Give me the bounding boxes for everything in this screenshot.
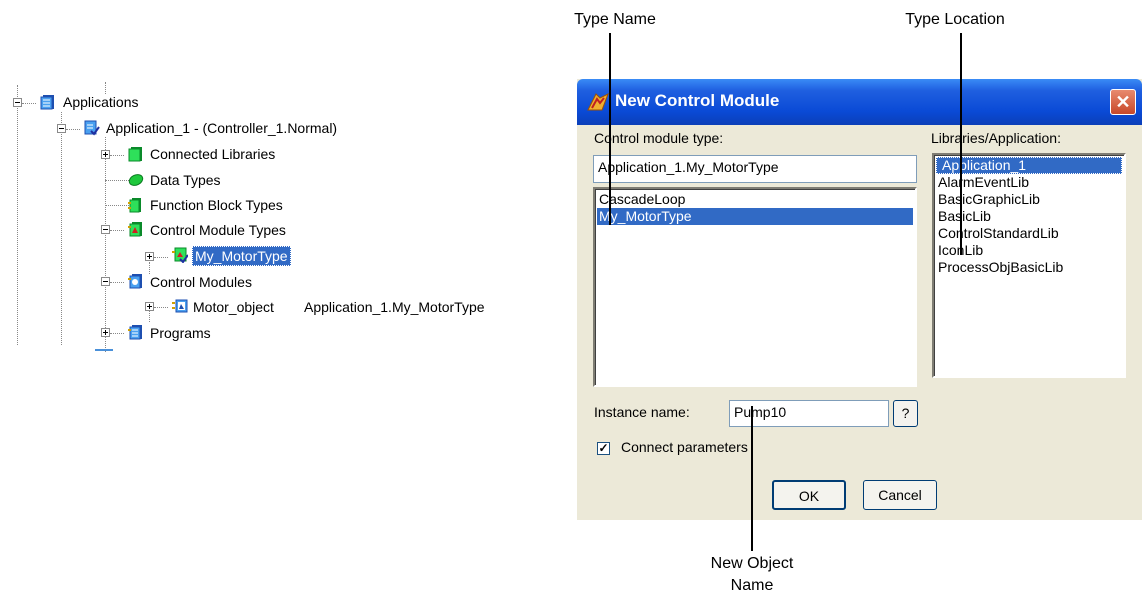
tree-guide-line	[110, 155, 124, 156]
control-module-type-field[interactable]: Application_1.My_MotorType	[593, 155, 917, 183]
instance-name-label: Instance name:	[594, 404, 690, 420]
applications-icon	[40, 95, 54, 110]
tree-item-programs[interactable]: Programs	[150, 324, 211, 342]
tree-item-application-1[interactable]: Application_1 - (Controller_1.Normal)	[106, 119, 337, 137]
tree-scroll-marker	[95, 349, 113, 351]
tree-item-data-types[interactable]: Data Types	[150, 171, 221, 189]
type-list[interactable]: CascadeLoop My_MotorType	[593, 187, 917, 387]
library-item[interactable]: BasicGraphicLib	[936, 191, 1122, 208]
expand-toggle[interactable]	[145, 252, 154, 261]
new-control-module-dialog: New Control Module ✕ Control module type…	[577, 79, 1142, 520]
tree-guide-line	[105, 137, 106, 352]
expand-toggle[interactable]	[101, 328, 110, 337]
library-item[interactable]: ControlStandardLib	[936, 225, 1122, 242]
callout-leader-type-name	[609, 33, 611, 225]
dialog-titlebar[interactable]: New Control Module ✕	[577, 79, 1142, 125]
tree-item-motor-object[interactable]: Motor_object	[193, 298, 274, 316]
library-item[interactable]: BasicLib	[936, 208, 1122, 225]
tree-guide-line	[154, 257, 168, 258]
library-item[interactable]: IconLib	[936, 242, 1122, 259]
callout-new-object-name: New Object Name	[710, 555, 794, 594]
collapse-toggle[interactable]	[101, 225, 110, 234]
connect-parameters-checkbox[interactable]: ✓	[597, 442, 610, 455]
tree-guide-line	[110, 282, 124, 283]
tree-guide-line	[61, 112, 62, 345]
callout-type-location: Type Location	[905, 11, 1005, 28]
tree-guide-line	[110, 230, 124, 231]
data-types-icon	[128, 174, 144, 186]
application-checked-icon	[84, 120, 100, 136]
project-tree: Applications Application_1 - (Controller…	[0, 0, 570, 380]
tree-item-connected-libraries[interactable]: Connected Libraries	[150, 145, 275, 163]
control-modules-icon	[128, 274, 142, 289]
tree-guide-line	[149, 310, 150, 322]
control-module-type-label: Control module type:	[594, 130, 724, 146]
library-item-selected[interactable]: Application_1	[936, 157, 1122, 174]
collapse-toggle[interactable]	[101, 277, 110, 286]
dialog-app-icon	[587, 92, 609, 111]
motor-object-icon	[172, 299, 188, 313]
programs-icon	[128, 325, 142, 340]
tree-item-control-modules[interactable]: Control Modules	[150, 273, 252, 291]
control-module-types-icon	[128, 222, 142, 237]
library-item[interactable]: AlarmEventLib	[936, 174, 1122, 191]
libraries-label: Libraries/Application:	[931, 130, 1061, 146]
collapse-toggle[interactable]	[13, 98, 22, 107]
type-list-item[interactable]: CascadeLoop	[597, 191, 913, 208]
help-button[interactable]: ?	[893, 400, 918, 427]
tree-guide-line	[17, 85, 18, 345]
connect-parameters-label: Connect parameters	[621, 439, 748, 455]
expand-toggle[interactable]	[145, 302, 154, 311]
collapse-toggle[interactable]	[57, 124, 66, 133]
tree-guide-line	[154, 307, 168, 308]
callout-leader-new-object-name	[751, 406, 753, 551]
dialog-title: New Control Module	[615, 91, 780, 110]
cancel-button[interactable]: Cancel	[863, 480, 937, 510]
tree-item-applications[interactable]: Applications	[63, 93, 139, 111]
library-item[interactable]: ProcessObjBasicLib	[936, 259, 1122, 276]
function-block-types-icon	[128, 198, 141, 213]
callout-leader-type-location	[960, 33, 962, 255]
expand-toggle[interactable]	[101, 150, 110, 159]
tree-guide-line	[110, 333, 124, 334]
connected-libraries-icon	[128, 147, 142, 162]
motor-object-type-label: Application_1.My_MotorType	[304, 299, 485, 315]
close-button[interactable]: ✕	[1110, 89, 1136, 115]
tree-guide-line	[66, 129, 80, 130]
tree-item-my-motortype[interactable]: My_MotorType	[192, 246, 291, 266]
tree-guide-line	[22, 103, 36, 104]
ok-button[interactable]: OK	[772, 480, 846, 510]
type-list-item-selected[interactable]: My_MotorType	[597, 208, 913, 225]
instance-name-input[interactable]: Pump10	[729, 400, 889, 427]
tree-item-function-block-types[interactable]: Function Block Types	[150, 196, 283, 214]
motor-type-icon	[172, 247, 188, 263]
callout-type-name: Type Name	[574, 11, 656, 28]
tree-item-control-module-types[interactable]: Control Module Types	[150, 221, 286, 239]
